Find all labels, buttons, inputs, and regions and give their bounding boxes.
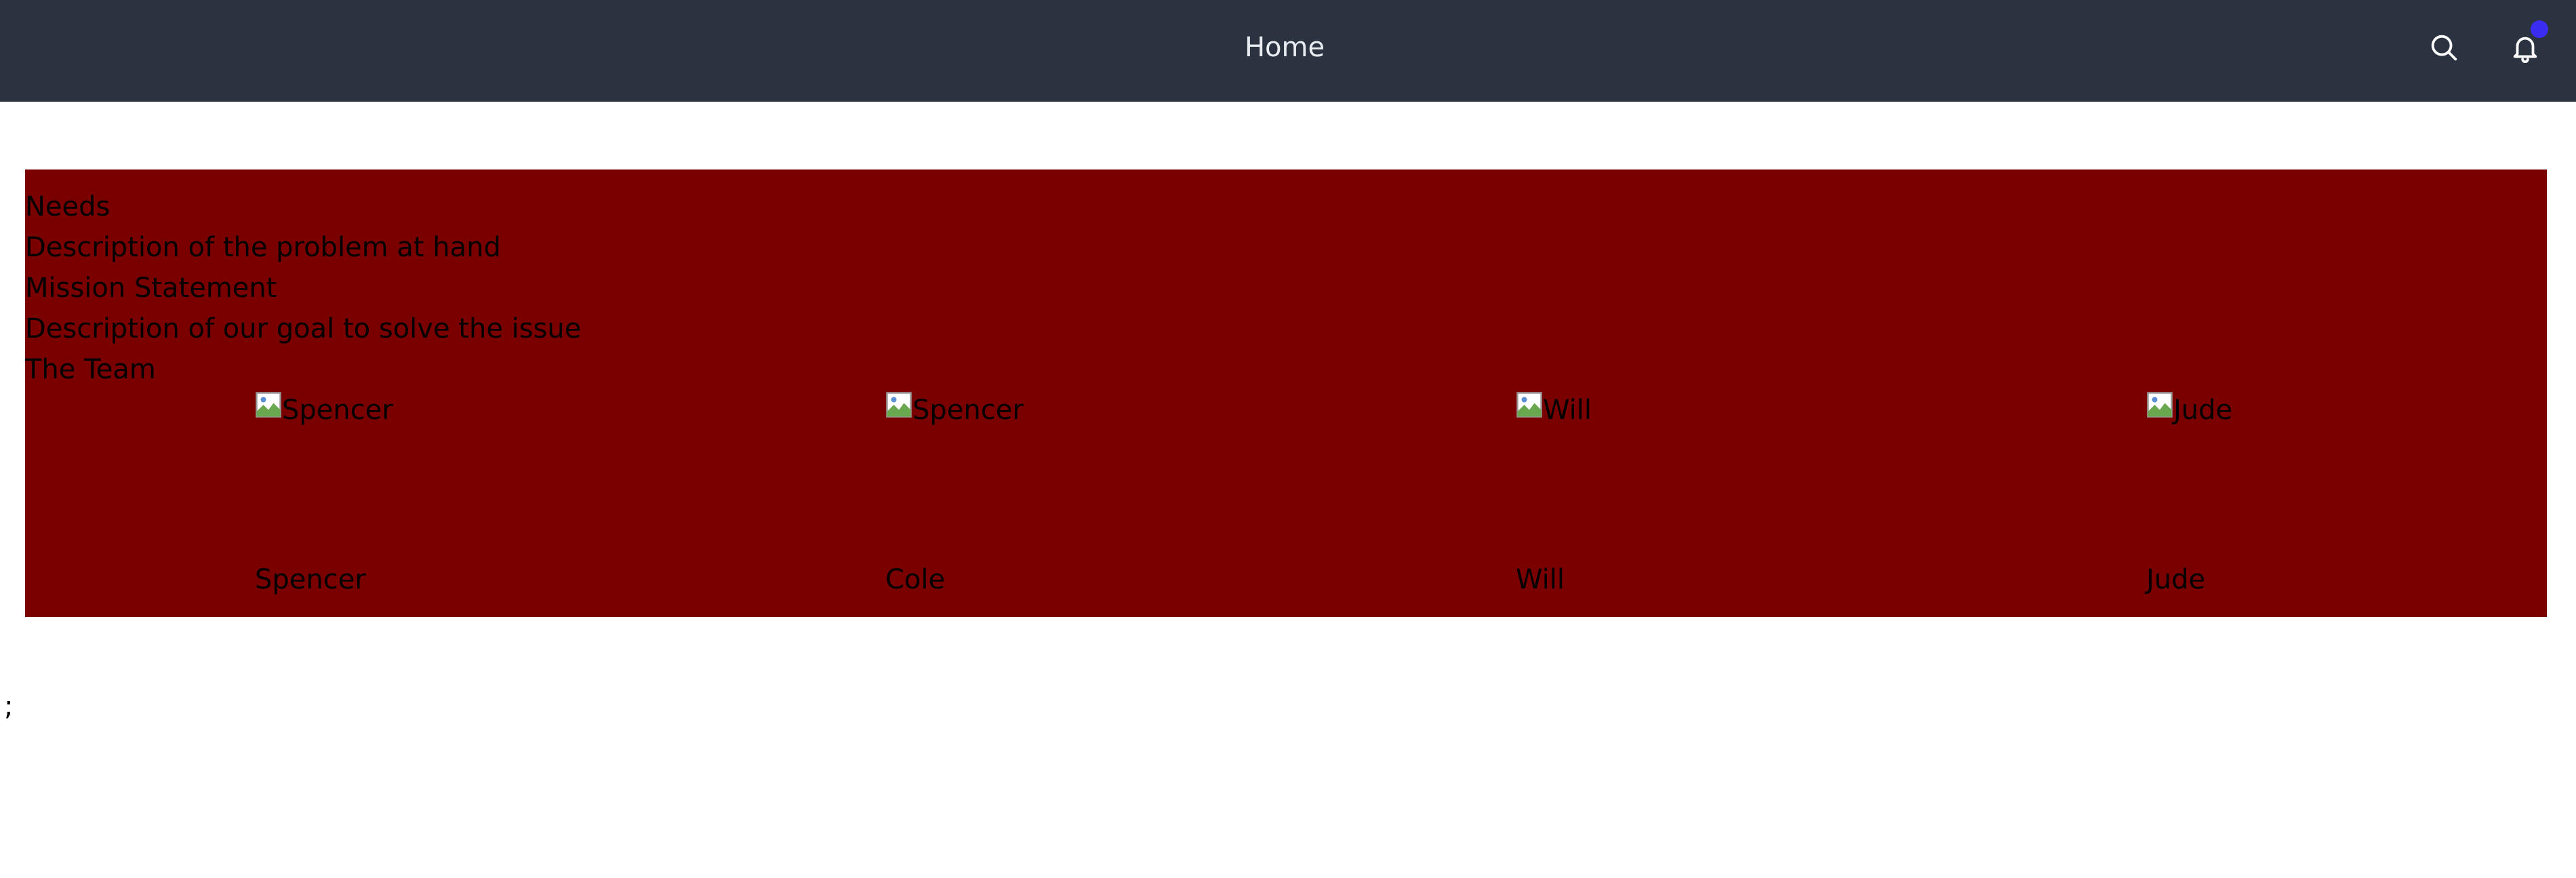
content-panel: Needs Description of the problem at hand… — [25, 169, 2547, 617]
team-member-card: Jude Jude — [2146, 390, 2485, 607]
team-member-card: Will Will — [1516, 390, 1855, 607]
member-name: Will — [1516, 564, 1565, 595]
member-name: Jude — [2146, 564, 2206, 595]
member-photo-alt: Will — [1543, 395, 1592, 426]
broken-image-icon — [886, 392, 912, 418]
notification-badge — [2531, 20, 2548, 38]
notifications-button[interactable] — [2505, 20, 2548, 68]
team-member-card: Spencer Spencer — [255, 390, 594, 607]
stray-semicolon-text: ; — [4, 691, 14, 722]
needs-description: Description of the problem at hand — [25, 232, 501, 263]
top-navbar: Home — [0, 0, 2576, 102]
broken-image-icon — [1516, 392, 1542, 418]
member-name: Spencer — [255, 564, 366, 595]
search-button[interactable] — [2423, 27, 2464, 68]
search-icon — [2431, 35, 2457, 61]
member-photo: Spencer — [885, 390, 1024, 431]
mission-heading: Mission Statement — [25, 273, 277, 304]
member-photo-alt: Jude — [2173, 395, 2233, 426]
page-title[interactable]: Home — [1220, 0, 1349, 102]
member-photo: Will — [1516, 390, 1592, 431]
team-member-card: Spencer Cole — [885, 390, 1224, 607]
member-photo: Jude — [2146, 390, 2232, 431]
member-photo: Spencer — [255, 390, 393, 431]
member-name: Cole — [885, 564, 946, 595]
member-photo-alt: Spencer — [912, 395, 1024, 426]
broken-image-icon — [256, 392, 281, 418]
mission-description: Description of our goal to solve the iss… — [25, 313, 582, 344]
needs-heading: Needs — [25, 191, 110, 222]
member-photo-alt: Spencer — [282, 395, 393, 426]
broken-image-icon — [2147, 392, 2173, 418]
team-heading: The Team — [25, 354, 156, 385]
